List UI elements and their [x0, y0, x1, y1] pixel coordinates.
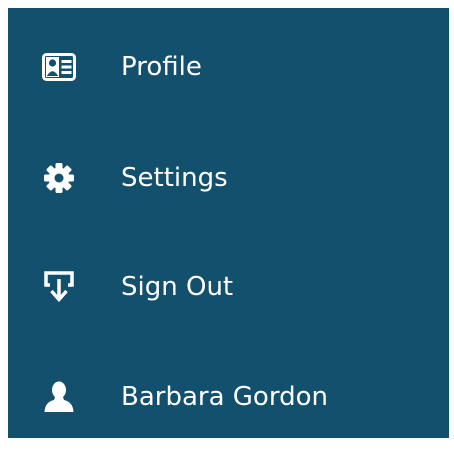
menu-item-profile[interactable]: Profile: [8, 13, 449, 121]
menu-item-user[interactable]: Barbara Gordon: [8, 343, 449, 451]
menu-item-sign-out[interactable]: Sign Out: [8, 233, 449, 341]
menu-item-label: Settings: [121, 163, 228, 193]
menu-item-label: Profile: [121, 52, 202, 82]
sign-out-icon: [42, 270, 76, 304]
menu-item-label: Barbara Gordon: [121, 382, 328, 412]
gear-icon: [42, 161, 76, 195]
menu-item-label: Sign Out: [121, 272, 234, 302]
id-card-icon: [42, 50, 76, 84]
menu-item-settings[interactable]: Settings: [8, 124, 449, 232]
user-icon: [42, 380, 76, 414]
user-menu: Profile Settings Sign Out Barbara Gordon: [8, 8, 449, 438]
